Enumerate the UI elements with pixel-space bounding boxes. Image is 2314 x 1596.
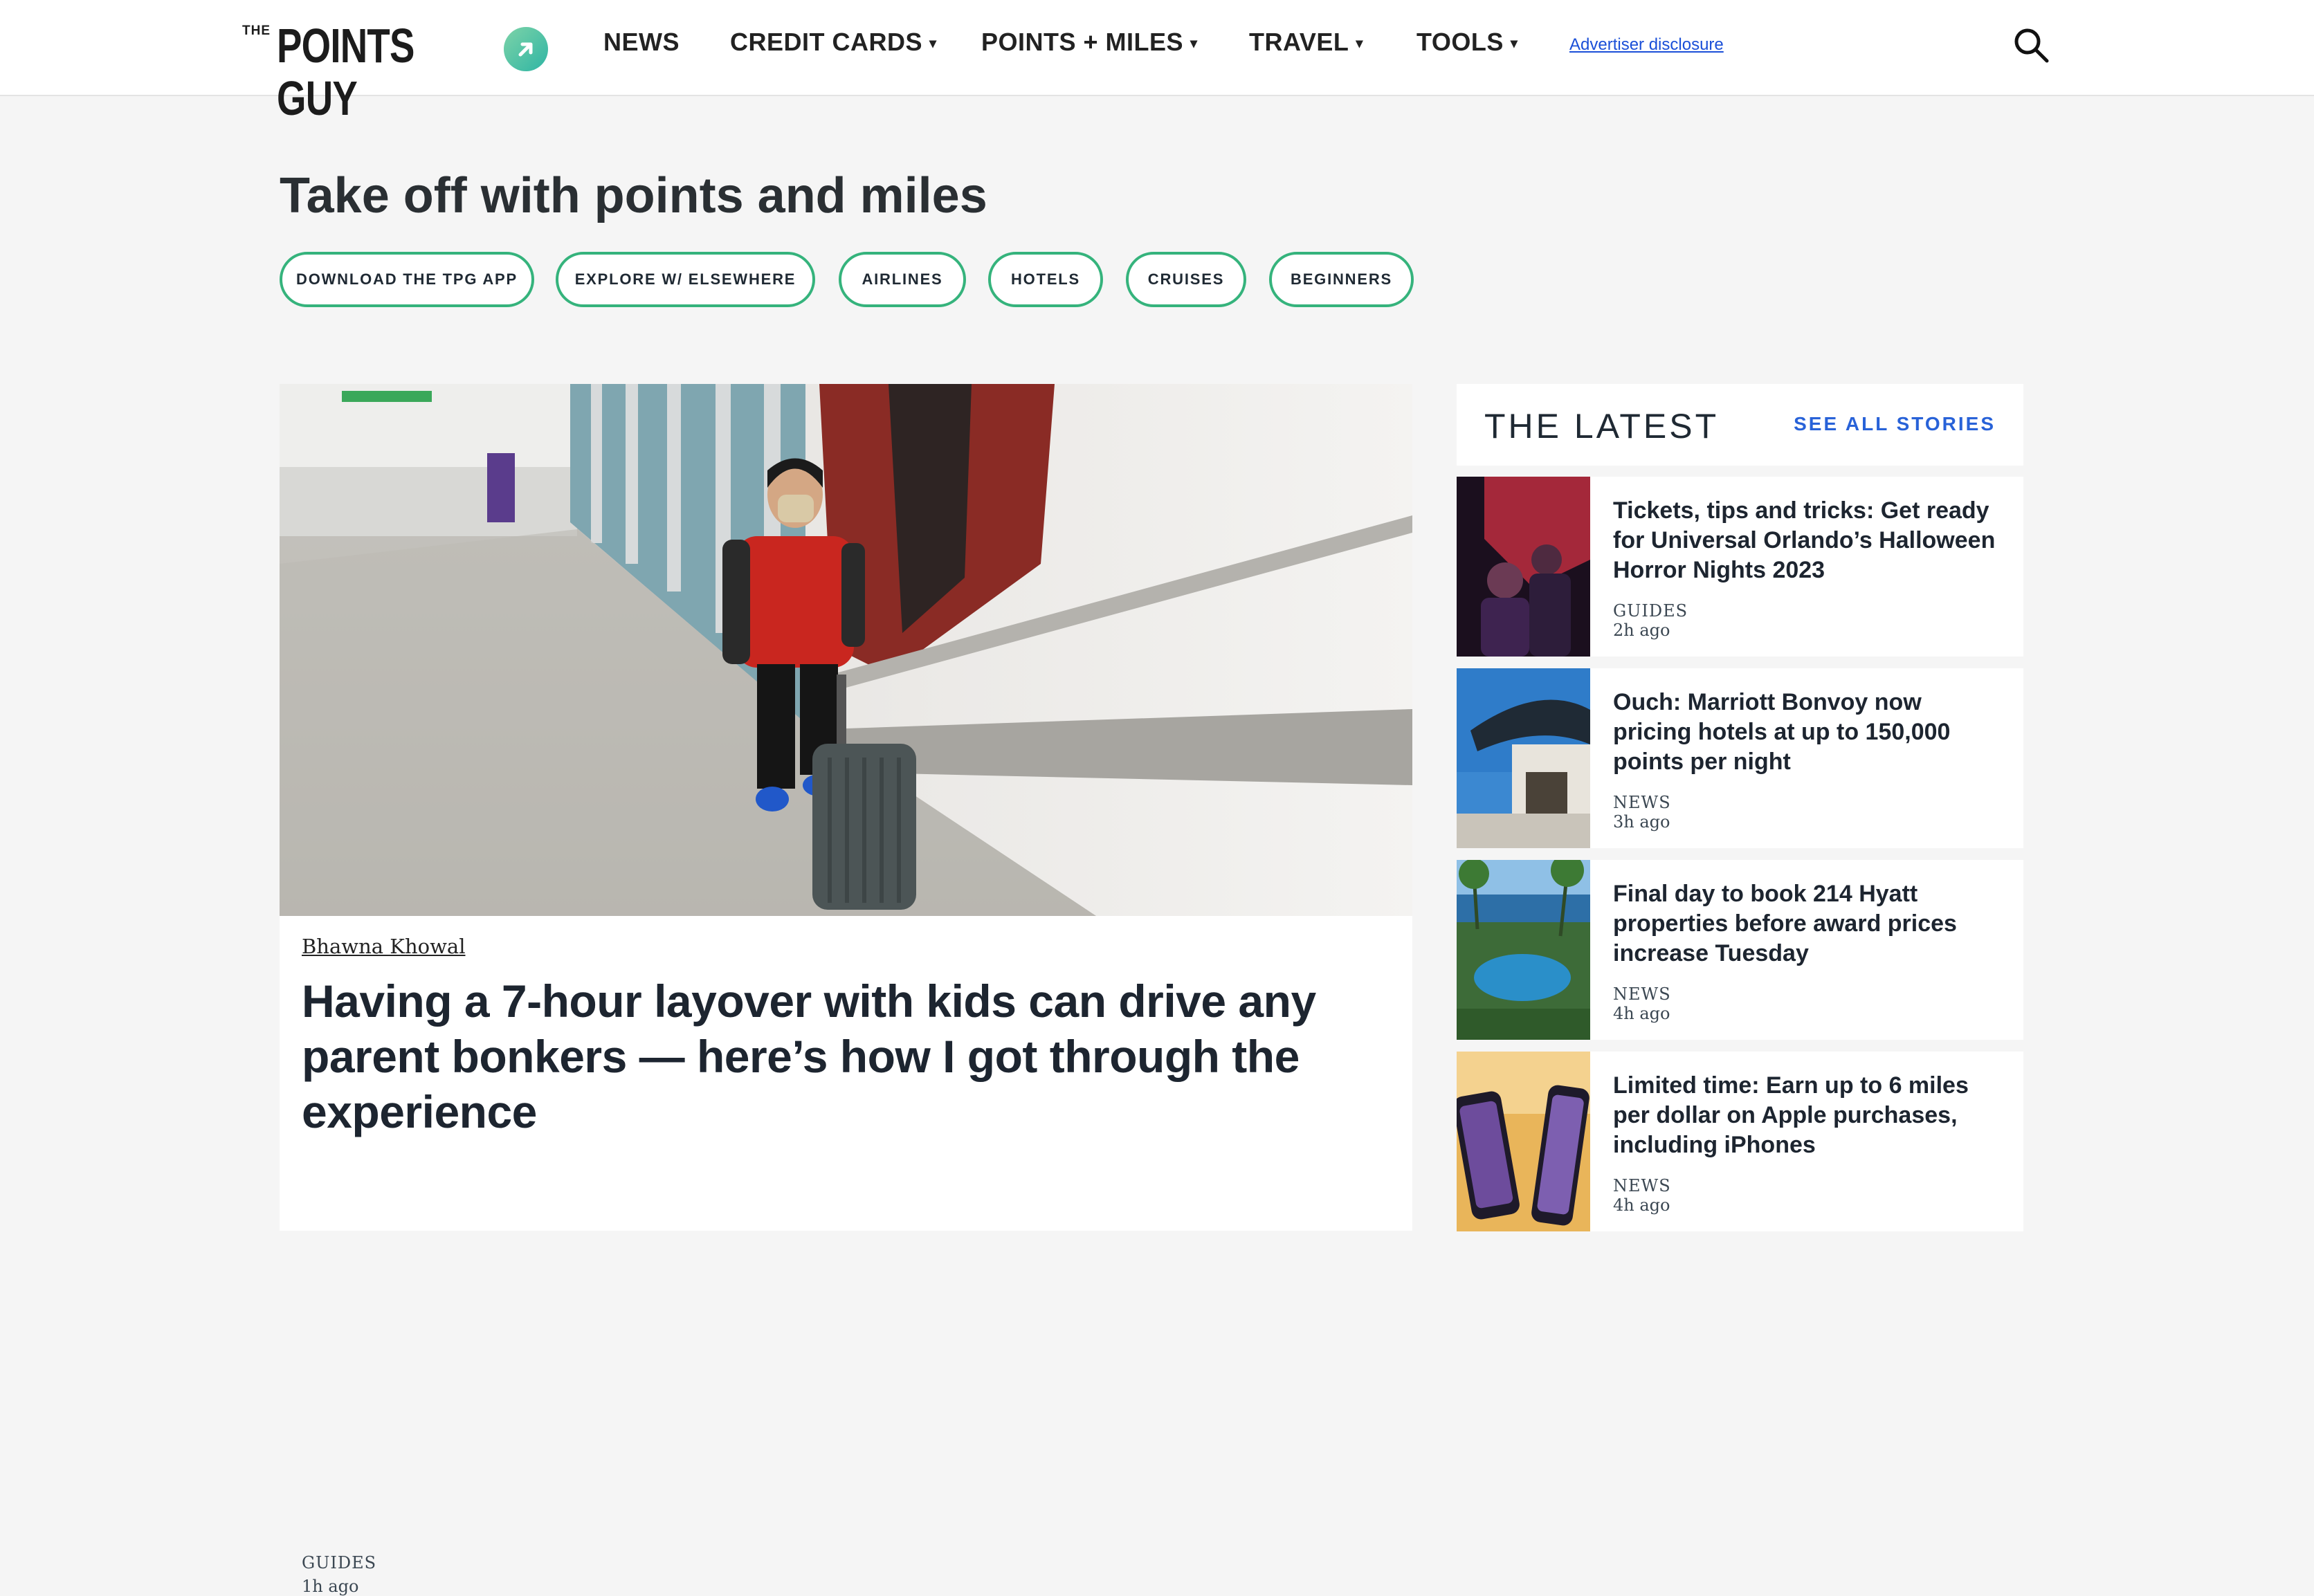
chevron-down-icon: ▾ <box>929 36 937 51</box>
chevron-down-icon: ▾ <box>1190 36 1198 51</box>
nav-tools[interactable]: TOOLS ▾ <box>1416 28 1518 62</box>
story-category: GUIDES <box>1613 601 1688 621</box>
chevron-down-icon: ▾ <box>1510 36 1518 51</box>
chevron-down-icon: ▾ <box>1356 36 1363 51</box>
featured-article[interactable]: Bhawna Khowal Having a 7-hour layover wi… <box>280 384 1412 1596</box>
featured-category: GUIDES <box>302 1553 377 1572</box>
nav-points-miles-label: POINTS + MILES <box>981 28 1184 56</box>
site-logo[interactable]: THE POINTS GUY <box>242 19 554 125</box>
story-title[interactable]: Tickets, tips and tricks: Get ready for … <box>1613 496 2001 585</box>
story-timestamp: 4h ago <box>1613 1004 1670 1023</box>
chip-explore-elsewhere[interactable]: EXPLORE W/ ELSEWHERE <box>556 252 815 307</box>
story-thumbnail[interactable] <box>1457 668 1590 848</box>
latest-header: THE LATEST SEE ALL STORIES <box>1457 384 2023 466</box>
chip-hotels[interactable]: HOTELS <box>988 252 1103 307</box>
see-all-stories-link[interactable]: SEE ALL STORIES <box>1794 413 1996 435</box>
chip-airlines[interactable]: AIRLINES <box>839 252 966 307</box>
chip-cruises[interactable]: CRUISES <box>1126 252 1246 307</box>
nav-credit-cards-label: CREDIT CARDS <box>730 28 923 56</box>
featured-headline[interactable]: Having a 7-hour layover with kids can dr… <box>302 973 1381 1139</box>
featured-author-link[interactable]: Bhawna Khowal <box>302 935 465 958</box>
story-timestamp: 2h ago <box>1613 621 1670 640</box>
page-title: Take off with points and miles <box>280 168 987 223</box>
story-category: NEWS <box>1613 793 1671 812</box>
story-thumbnail[interactable] <box>1457 860 1590 1040</box>
latest-story-item[interactable]: Tickets, tips and tricks: Get ready for … <box>1457 477 2023 657</box>
search-button[interactable] <box>2012 26 2051 65</box>
story-title[interactable]: Final day to book 214 Hyatt properties b… <box>1613 879 2001 969</box>
latest-story-item[interactable]: Final day to book 214 Hyatt properties b… <box>1457 860 2023 1040</box>
featured-timestamp: 1h ago <box>302 1577 359 1596</box>
chip-download-tpg-app[interactable]: DOWNLOAD THE TPG APP <box>280 252 534 307</box>
nav-travel-label: TRAVEL <box>1249 28 1349 56</box>
search-icon <box>2014 28 2049 63</box>
story-category: NEWS <box>1613 1176 1671 1195</box>
nav-travel[interactable]: TRAVEL ▾ <box>1249 28 1363 62</box>
logo-arrow-icon <box>504 27 548 71</box>
nav-news-label: NEWS <box>603 28 680 56</box>
latest-story-item[interactable]: Ouch: Marriott Bonvoy now pricing hotels… <box>1457 668 2023 848</box>
story-title[interactable]: Ouch: Marriott Bonvoy now pricing hotels… <box>1613 688 2001 777</box>
featured-article-image[interactable] <box>280 384 1412 916</box>
story-title[interactable]: Limited time: Earn up to 6 miles per dol… <box>1613 1071 2001 1160</box>
site-header: THE POINTS GUY NEWS CREDIT CARDS ▾ POINTS… <box>0 0 2314 125</box>
story-thumbnail[interactable] <box>1457 1052 1590 1231</box>
nav-credit-cards[interactable]: CREDIT CARDS ▾ <box>730 28 937 62</box>
logo-wordmark: POINTS GUY <box>277 19 414 125</box>
latest-title: THE LATEST <box>1484 407 1720 446</box>
latest-story-item[interactable]: Limited time: Earn up to 6 miles per dol… <box>1457 1052 2023 1231</box>
nav-news[interactable]: NEWS <box>603 28 680 62</box>
story-timestamp: 3h ago <box>1613 812 1670 832</box>
story-thumbnail[interactable] <box>1457 477 1590 657</box>
nav-points-miles[interactable]: POINTS + MILES ▾ <box>981 28 1198 62</box>
advertiser-disclosure-link[interactable]: Advertiser disclosure <box>1569 35 1724 55</box>
logo-the-text: THE <box>242 24 271 38</box>
chip-beginners[interactable]: BEGINNERS <box>1269 252 1414 307</box>
story-category: NEWS <box>1613 984 1671 1004</box>
nav-tools-label: TOOLS <box>1416 28 1504 56</box>
story-timestamp: 4h ago <box>1613 1195 1670 1215</box>
